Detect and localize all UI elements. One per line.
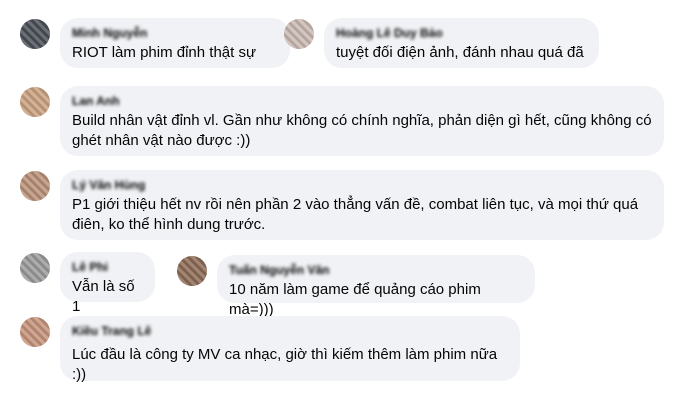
avatar[interactable] xyxy=(20,19,50,49)
avatar[interactable] xyxy=(177,256,207,286)
comment-author[interactable]: Kiều Trang Lê xyxy=(72,324,508,339)
comment-item: Lan Anh Build nhân vật đỉnh vl. Gần như … xyxy=(20,86,664,156)
comment-item: Hoàng Lê Duy Bảo tuyệt đối điện ảnh, đán… xyxy=(284,18,599,68)
comment-author[interactable]: Lê Phi xyxy=(72,260,143,275)
comment-text: 10 năm làm game để quảng cáo phim mà=))) xyxy=(229,281,481,318)
comment-text: Build nhân vật đỉnh vl. Gần như không có… xyxy=(72,112,652,149)
comment-author[interactable]: Hoàng Lê Duy Bảo xyxy=(336,26,587,41)
comment-bubble: Kiều Trang Lê Lúc đầu là công ty MV ca n… xyxy=(60,316,520,383)
comment-text: P1 giới thiệu hết nv rồi nên phần 2 vào … xyxy=(72,196,639,233)
comment-author[interactable]: Lan Anh xyxy=(72,94,652,109)
avatar[interactable] xyxy=(20,87,50,117)
comment-text: tuyệt đối điện ảnh, đánh nhau quá đã xyxy=(336,44,584,61)
comment-item: Lý Văn Hùng P1 giới thiệu hết nv rồi nên… xyxy=(20,170,664,240)
comment-text: Vẫn là số 1 xyxy=(72,278,135,315)
comment-author[interactable]: Minh Nguyễn xyxy=(72,26,278,41)
comment-item: Lê Phi Vẫn là số 1 xyxy=(20,252,155,315)
avatar[interactable] xyxy=(284,19,314,49)
avatar[interactable] xyxy=(20,253,50,283)
comment-text: RIOT làm phim đỉnh thật sự xyxy=(72,44,256,61)
comment-bubble: Lan Anh Build nhân vật đỉnh vl. Gần như … xyxy=(60,86,664,156)
comment-bubble: Lý Văn Hùng P1 giới thiệu hết nv rồi nên… xyxy=(60,170,664,240)
comment-bubble: Minh Nguyễn RIOT làm phim đỉnh thật sự xyxy=(60,18,290,68)
comment-author[interactable]: Lý Văn Hùng xyxy=(72,178,652,193)
comment-item: Tuấn Nguyễn Văn 10 năm làm game để quảng… xyxy=(177,255,535,318)
avatar[interactable] xyxy=(20,317,50,347)
comment-bubble: Lê Phi Vẫn là số 1 xyxy=(60,252,155,315)
comment-bubble: Tuấn Nguyễn Văn 10 năm làm game để quảng… xyxy=(217,255,535,318)
comment-author[interactable]: Tuấn Nguyễn Văn xyxy=(229,263,523,278)
comment-text: Lúc đầu là công ty MV ca nhạc, giờ thì k… xyxy=(72,346,498,383)
comment-item: Kiều Trang Lê Lúc đầu là công ty MV ca n… xyxy=(20,316,520,383)
comment-bubble: Hoàng Lê Duy Bảo tuyệt đối điện ảnh, đán… xyxy=(324,18,599,68)
comment-item: Minh Nguyễn RIOT làm phim đỉnh thật sự xyxy=(20,18,290,68)
avatar[interactable] xyxy=(20,171,50,201)
